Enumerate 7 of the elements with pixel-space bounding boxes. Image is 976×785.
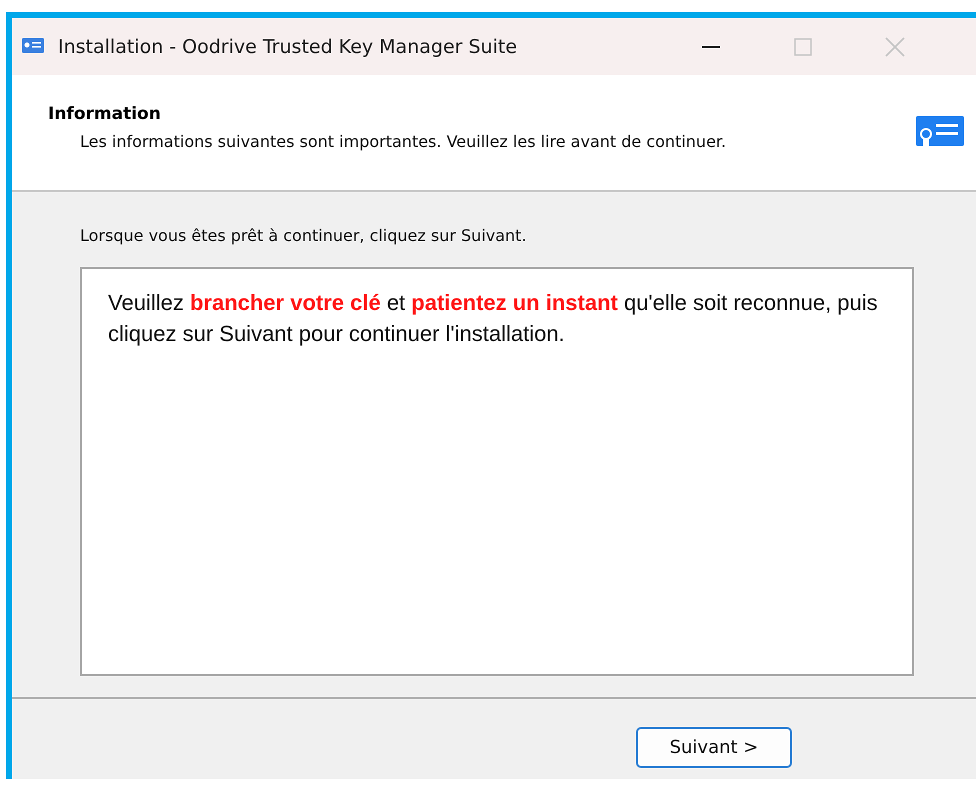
info-memo: Veuillez brancher votre clé et patientez un instant qu'elle soit reconnue, puis cliquez sur Suivant pour continuer l'installation. bbox=[80, 267, 914, 676]
page-subtitle: Les informations suivantes sont importantes. Veuillez les lire avant de continuer. bbox=[80, 132, 728, 151]
certificate-icon bbox=[22, 38, 44, 55]
page-title: Information bbox=[48, 104, 162, 124]
next-button[interactable]: Suivant > bbox=[636, 727, 792, 768]
instruction-text: Lorsque vous êtes prêt à continuer, cliquez sur Suivant. bbox=[80, 226, 528, 245]
window-title: Installation - Oodrive Trusted Key Manager Suite bbox=[58, 36, 518, 58]
